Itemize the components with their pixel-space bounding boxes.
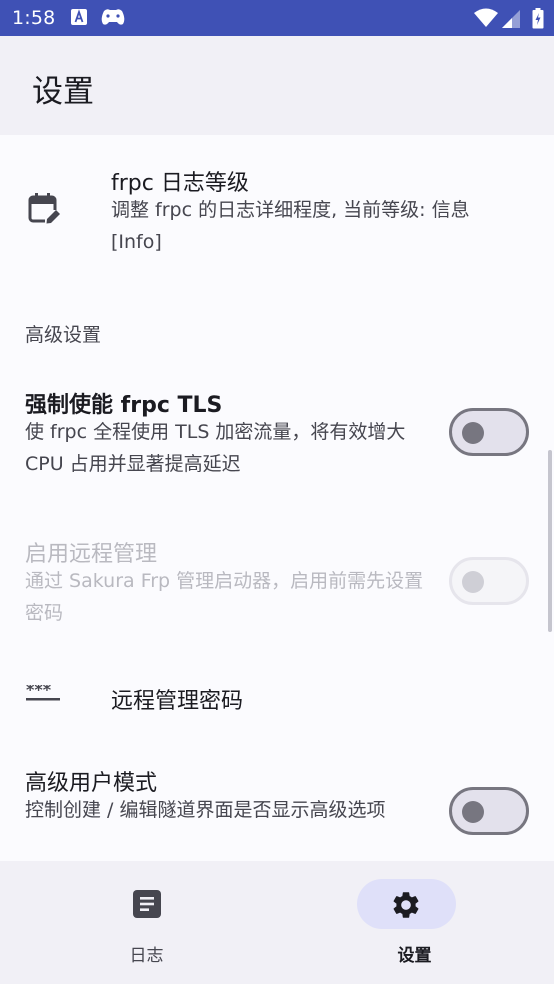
wifi-icon [474,8,498,32]
translate-notification-icon [70,8,88,30]
top-app-bar: 设置 [0,36,554,135]
advanced-mode-switch[interactable] [449,787,529,835]
nav-label-settings: 设置 [397,946,432,966]
remote-password-preference[interactable]: *** 远程管理密码 [0,655,554,739]
remote-password-title: 远程管理密码 [111,689,244,714]
advanced-mode-switch-thumb [462,801,484,823]
signal-icon [502,10,520,32]
settings-list[interactable]: frpc 日志等级 调整 frpc 的日志详细程度, 当前等级: 信息 [Inf… [0,135,554,861]
nav-item-settings[interactable]: 设置 [276,861,553,984]
remote-management-preference: 启用远程管理 通过 Sakura Frp 管理启动器，启用前需先设置密码 [0,520,554,644]
battery-icon [532,8,544,33]
force-tls-title: 强制使能 frpc TLS [25,393,223,418]
force-tls-summary: 使 frpc 全程使用 TLS 加密流量，将有效增大 CPU 占用并显著提高延迟 [25,421,406,475]
advanced-settings-header: 高级设置 [25,324,102,346]
remote-management-switch [449,557,529,605]
gamepad-notification-icon [100,7,126,31]
remote-management-switch-thumb [462,571,484,593]
status-bar: 1:58 [0,0,554,36]
remote-management-summary: 通过 Sakura Frp 管理启动器，启用前需先设置密码 [25,570,424,624]
svg-text:***: *** [26,685,52,699]
remote-management-title: 启用远程管理 [25,542,158,567]
page-title: 设置 [32,74,94,110]
nav-label-log: 日志 [129,946,164,966]
force-tls-switch[interactable] [449,408,529,456]
log-level-summary: 调整 frpc 的日志详细程度, 当前等级: 信息 [Info] [111,199,470,253]
scrollbar[interactable] [548,450,552,632]
article-icon [132,889,162,923]
advanced-mode-preference[interactable]: 高级用户模式 控制创建 / 编辑隧道界面是否显示高级选项 [0,749,554,861]
force-tls-preference[interactable]: 强制使能 frpc TLS 使 frpc 全程使用 TLS 加密流量，将有效增大… [0,371,554,495]
status-time: 1:58 [12,7,56,29]
password-icon: *** [26,680,60,705]
calendar-edit-icon [28,192,62,230]
nav-item-log[interactable]: 日志 [8,861,285,984]
log-level-title: frpc 日志等级 [111,171,249,196]
log-level-preference[interactable]: frpc 日志等级 调整 frpc 的日志详细程度, 当前等级: 信息 [Inf… [0,135,554,281]
gear-icon [390,889,422,925]
advanced-mode-summary: 控制创建 / 编辑隧道界面是否显示高级选项 [25,799,386,821]
bottom-navigation: 日志 设置 [0,861,554,984]
force-tls-switch-thumb [462,422,484,444]
advanced-mode-title: 高级用户模式 [25,771,158,796]
